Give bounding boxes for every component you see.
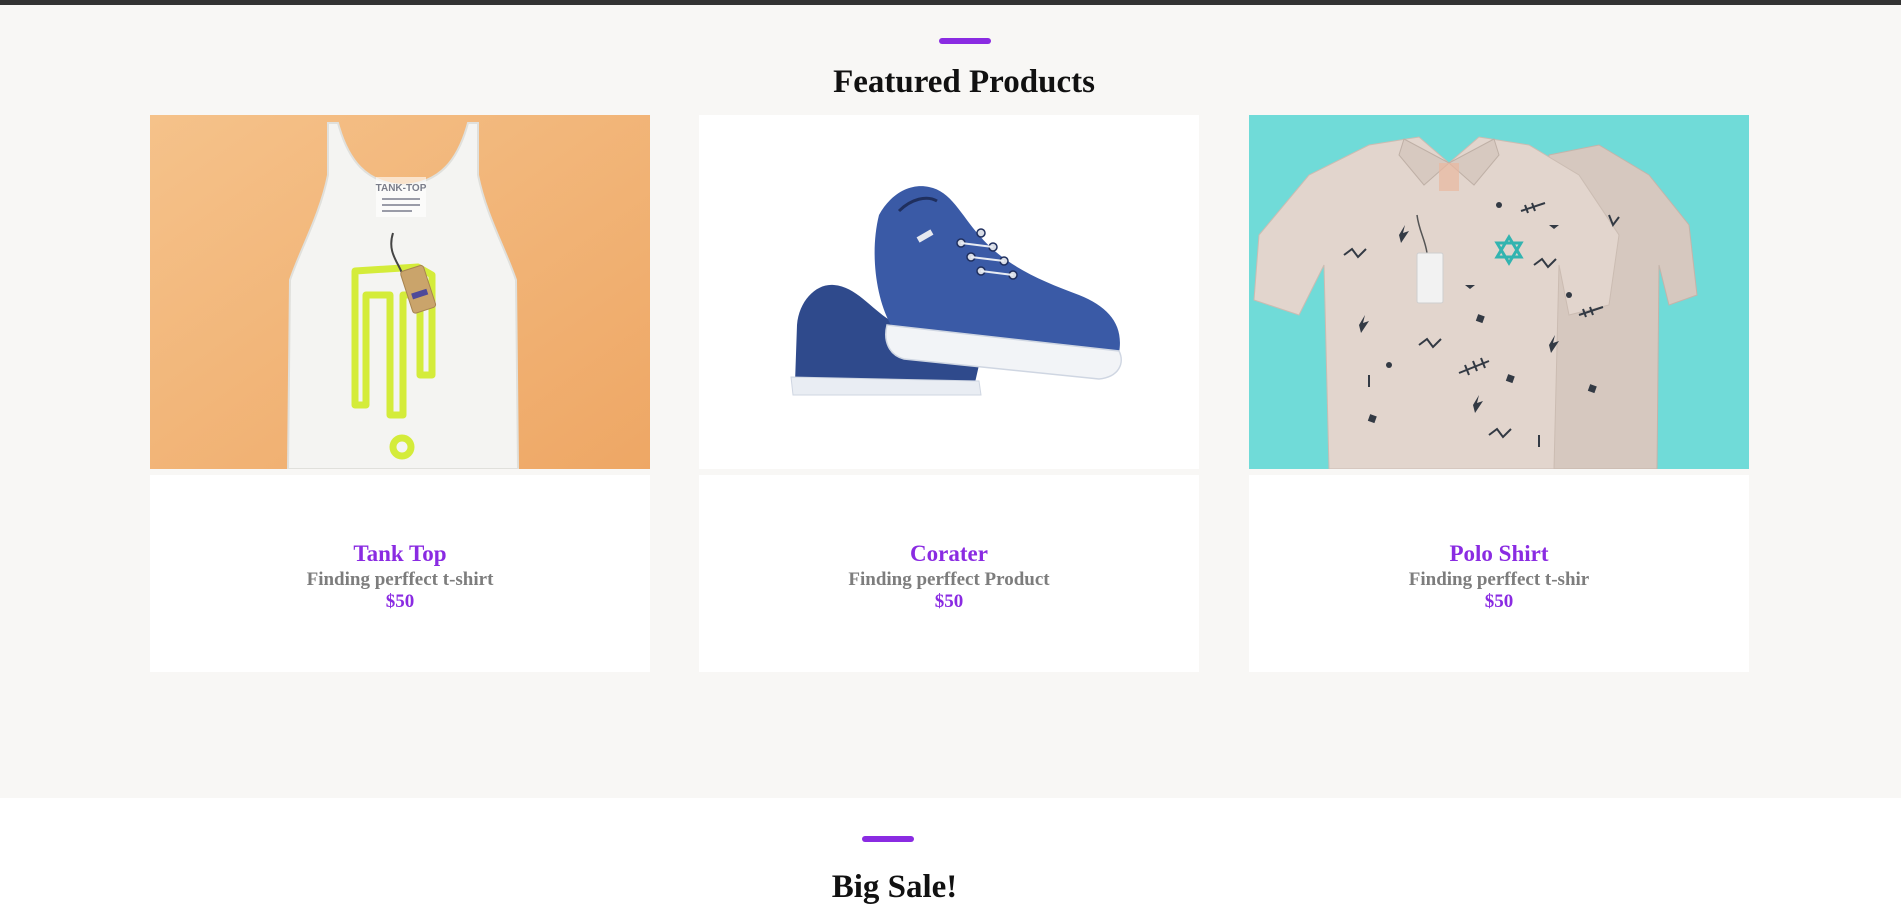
tank-top-illustration: TANK-TOP	[150, 115, 650, 469]
section-accent-line	[862, 836, 914, 842]
product-name[interactable]: Polo Shirt	[1249, 541, 1749, 567]
tank-top-details: Tank Top Finding perffect t-shirt $50	[150, 475, 650, 672]
section-title: Big Sale!	[831, 869, 958, 905]
product-description: Finding perffect t-shir	[1408, 569, 1590, 590]
sneakers-illustration	[699, 115, 1199, 469]
product-card-corater[interactable]: Corater Finding perffect Product $50	[699, 115, 1199, 672]
section-accent-line	[939, 38, 991, 44]
tank-top-image[interactable]: TANK-TOP	[150, 115, 650, 469]
product-description: Finding perffect Product	[848, 569, 1050, 590]
product-description: Finding perffect t-shirt	[306, 569, 494, 590]
featured-products-section: Featured Products TANK-TOP Tank Top Find…	[0, 5, 1901, 798]
product-price: $50	[934, 591, 964, 612]
section-title: Featured Products	[833, 64, 1095, 100]
polo-shirt-details: Polo Shirt Finding perffect t-shir $50	[1249, 475, 1749, 672]
product-name[interactable]: Tank Top	[150, 541, 650, 567]
product-card-polo-shirt[interactable]: Polo Shirt Finding perffect t-shir $50	[1249, 115, 1749, 672]
product-price: $50	[385, 591, 415, 612]
corater-details: Corater Finding perffect Product $50	[699, 475, 1199, 672]
product-card-tank-top[interactable]: TANK-TOP Tank Top Finding perffect t-shi…	[150, 115, 650, 672]
tank-top-label-text: TANK-TOP	[376, 183, 427, 194]
sneakers-image[interactable]	[699, 115, 1199, 469]
product-price: $50	[1484, 591, 1514, 612]
polo-shirt-image[interactable]	[1249, 115, 1749, 469]
big-sale-section: Big Sale!	[0, 798, 1901, 905]
product-name[interactable]: Corater	[699, 541, 1199, 567]
polo-shirt-illustration	[1249, 115, 1749, 469]
